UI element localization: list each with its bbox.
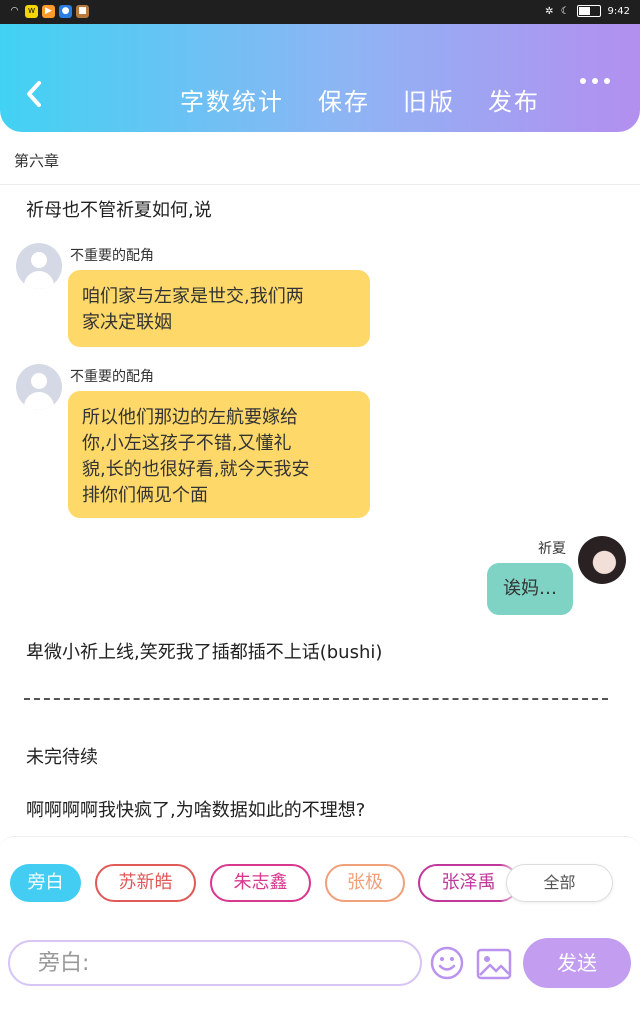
message-input-box[interactable] <box>8 940 422 986</box>
image-button[interactable] <box>476 948 512 980</box>
status-time: 9:42 <box>607 5 630 17</box>
editor-header: 字数统计 保存 旧版 发布 <box>0 24 640 132</box>
location-icon: ● <box>59 5 72 18</box>
status-icons-right: ✲ ☾ 9:42 <box>545 5 630 17</box>
avatar[interactable] <box>16 364 62 410</box>
do-not-disturb-icon: ☾ <box>560 5 570 17</box>
narration-text[interactable]: 啊啊啊啊我快疯了,为啥数据如此的不理想? <box>26 796 365 822</box>
avatar[interactable] <box>16 243 62 289</box>
chevron-left-icon <box>27 81 41 107</box>
avatar[interactable] <box>578 536 626 584</box>
bubble-line: 你,小左这孩子不错,又懂礼 <box>82 433 292 454</box>
role-chip-zhang-ji[interactable]: 张极 <box>325 864 405 902</box>
speaker-name: 不重要的配角 <box>70 248 154 264</box>
bubble-line: 咱们家与左家是世交,我们两 <box>82 286 304 307</box>
smiley-icon <box>430 946 464 980</box>
bubble-line: 所以他们那边的左航要嫁给 <box>82 407 298 428</box>
role-chip-narration[interactable]: 旁白 <box>10 864 81 902</box>
app-notification-icon: w <box>25 5 38 18</box>
bubble-line: 貌,长的也很好看,就今天我安 <box>82 459 310 480</box>
app-notification-icon: ▶ <box>42 5 55 18</box>
speaker-name: 不重要的配角 <box>70 369 154 385</box>
narration-text[interactable]: 祈母也不管祈夏如何,说 <box>26 196 212 222</box>
more-button[interactable] <box>580 78 610 84</box>
chat-bubble[interactable]: 诶妈… <box>487 563 573 615</box>
emoji-button[interactable] <box>430 946 464 980</box>
back-button[interactable] <box>18 76 50 112</box>
dashed-divider <box>24 698 608 700</box>
status-bar: ◠ w ▶ ● ■ ✲ ☾ 9:42 <box>0 0 640 24</box>
more-dots-icon <box>580 78 586 84</box>
bluetooth-icon: ✲ <box>545 5 554 17</box>
image-icon <box>476 948 512 980</box>
wifi-icon: ◠ <box>10 6 19 16</box>
role-chip-su-xinhao[interactable]: 苏新皓 <box>95 864 196 902</box>
status-icons-left: ◠ w ▶ ● ■ <box>8 5 89 18</box>
app-notification-icon: ■ <box>76 5 89 18</box>
old-version-button[interactable]: 旧版 <box>403 82 455 117</box>
chat-bubble[interactable]: 咱们家与左家是世交,我们两 家决定联姻 <box>68 270 370 347</box>
chat-bubble[interactable]: 所以他们那边的左航要嫁给 你,小左这孩子不错,又懂礼 貌,长的也很好看,就今天我… <box>68 391 370 518</box>
publish-button[interactable]: 发布 <box>488 82 540 117</box>
bubble-line: 排你们俩见个面 <box>82 485 208 506</box>
chapter-title[interactable]: 第六章 <box>14 150 59 171</box>
speaker-name: 祈夏 <box>538 541 566 557</box>
save-button[interactable]: 保存 <box>318 82 370 117</box>
word-count-button[interactable]: 字数统计 <box>180 82 284 117</box>
narration-text[interactable]: 未完待续 <box>26 743 98 769</box>
divider <box>0 184 640 185</box>
role-chip-zhu-zhixin[interactable]: 朱志鑫 <box>210 864 311 902</box>
battery-icon <box>576 5 601 17</box>
bubble-line: 家决定联姻 <box>82 312 172 333</box>
all-roles-button[interactable]: 全部 <box>506 864 613 902</box>
message-input[interactable] <box>36 950 400 977</box>
send-button[interactable]: 发送 <box>523 938 631 988</box>
narration-text[interactable]: 卑微小祈上线,笑死我了插都插不上话(bushi) <box>26 638 382 664</box>
